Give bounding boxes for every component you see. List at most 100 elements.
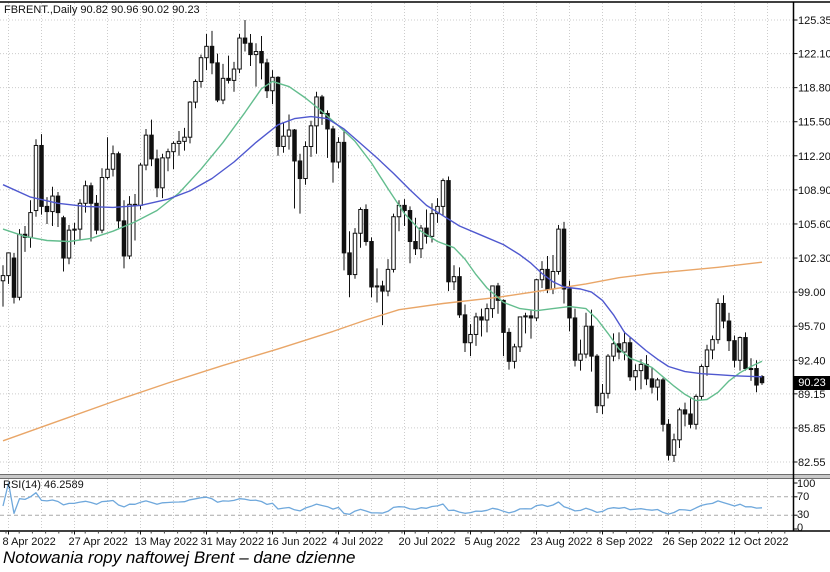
candle bbox=[523, 312, 528, 334]
rsi-axis-label: 0 bbox=[797, 522, 803, 534]
chart-caption: Notowania ropy naftowej Brent – dane dzi… bbox=[3, 548, 356, 567]
candle bbox=[534, 278, 539, 322]
candle bbox=[28, 200, 33, 248]
candle bbox=[545, 255, 550, 294]
candle bbox=[231, 61, 237, 92]
candle bbox=[314, 91, 319, 154]
candle bbox=[253, 43, 259, 87]
candle bbox=[165, 148, 171, 172]
price-axis-label: 108.90 bbox=[798, 185, 830, 197]
candle bbox=[215, 53, 220, 103]
candle bbox=[589, 309, 594, 372]
candle bbox=[363, 204, 369, 246]
candle bbox=[330, 125, 336, 183]
candle bbox=[561, 221, 567, 304]
candle bbox=[726, 312, 732, 351]
date-axis-label: 20 Jul 2022 bbox=[399, 536, 456, 548]
date-axis-label: 12 Oct 2022 bbox=[729, 536, 789, 548]
date-axis-label: 8 Sep 2022 bbox=[597, 536, 653, 548]
candle bbox=[407, 206, 413, 264]
date-axis-label: 27 Apr 2022 bbox=[69, 536, 128, 548]
candle bbox=[600, 384, 605, 414]
candle bbox=[160, 153, 165, 199]
candle bbox=[66, 224, 72, 265]
rsi-axis-label: 70 bbox=[797, 491, 809, 503]
candle bbox=[352, 228, 358, 279]
candle bbox=[369, 237, 374, 298]
candle bbox=[473, 312, 479, 346]
candle bbox=[440, 178, 446, 216]
candle bbox=[171, 141, 176, 170]
price-axis-label: 85.85 bbox=[798, 423, 826, 435]
candle bbox=[512, 343, 517, 369]
date-axis-label: 26 Sep 2022 bbox=[663, 536, 725, 548]
candle bbox=[242, 20, 248, 52]
candlestick-series bbox=[0, 20, 765, 462]
candle bbox=[110, 145, 116, 177]
candle bbox=[616, 332, 622, 360]
date-axis-label: 13 May 2022 bbox=[135, 536, 199, 548]
candle bbox=[154, 149, 160, 198]
date-axis-label: 4 Jul 2022 bbox=[333, 536, 384, 548]
price-axis-label: 112.20 bbox=[798, 151, 830, 163]
candle bbox=[748, 358, 754, 381]
candle bbox=[666, 419, 671, 461]
rsi-indicator-label: RSI(14) 46.2589 bbox=[3, 479, 84, 491]
date-axis-label: 8 Apr 2022 bbox=[3, 536, 56, 548]
candle bbox=[187, 101, 193, 144]
candle bbox=[55, 191, 61, 228]
price-axis-label: 118.80 bbox=[798, 83, 830, 95]
candle bbox=[644, 355, 649, 386]
price-axis-label: 125.35 bbox=[798, 15, 830, 27]
date-axis-label: 16 Jun 2022 bbox=[267, 536, 328, 548]
date-axis-label: 5 Aug 2022 bbox=[465, 536, 521, 548]
candle bbox=[94, 195, 99, 235]
candle bbox=[715, 298, 721, 344]
candle bbox=[605, 354, 611, 399]
candle bbox=[105, 137, 110, 180]
candle bbox=[248, 33, 253, 66]
candle bbox=[121, 200, 127, 269]
candle bbox=[358, 207, 363, 248]
candle bbox=[83, 180, 88, 213]
candle bbox=[732, 335, 737, 368]
candle bbox=[451, 265, 457, 291]
price-axis-label: 92.40 bbox=[798, 355, 826, 367]
candle bbox=[143, 128, 149, 171]
candle bbox=[264, 58, 270, 98]
candle bbox=[275, 76, 281, 156]
candle bbox=[61, 215, 66, 272]
candle bbox=[22, 226, 28, 252]
date-axis[interactable]: 8 Apr 2022 27 Apr 2022 13 May 2022 31 May 2… bbox=[3, 531, 789, 548]
candle bbox=[699, 364, 704, 400]
candle bbox=[33, 139, 39, 217]
candle bbox=[633, 364, 638, 391]
candle bbox=[743, 332, 748, 371]
candle bbox=[11, 252, 17, 304]
candle bbox=[347, 231, 352, 298]
candle bbox=[649, 367, 655, 394]
candle bbox=[193, 79, 198, 109]
rsi-line bbox=[2, 482, 763, 515]
rsi-axis[interactable]: 10070 300 bbox=[793, 478, 816, 534]
candle bbox=[99, 168, 105, 234]
candle bbox=[39, 134, 44, 215]
candle bbox=[204, 33, 209, 71]
candle bbox=[303, 141, 308, 185]
candle bbox=[704, 344, 710, 376]
candle bbox=[572, 308, 578, 367]
candle bbox=[237, 33, 242, 74]
price-axis-label: 115.50 bbox=[798, 117, 830, 129]
candle bbox=[380, 280, 385, 326]
candle bbox=[622, 331, 627, 361]
candle bbox=[132, 194, 138, 241]
candle bbox=[116, 151, 121, 229]
candle bbox=[594, 354, 600, 413]
candle bbox=[281, 122, 286, 153]
price-axis-label: 95.70 bbox=[798, 321, 826, 333]
candle bbox=[611, 333, 616, 362]
price-axis[interactable]: 125.35 122.10 118.80 115.50 112.20 108.90 105.… bbox=[793, 15, 830, 469]
candle bbox=[385, 259, 391, 297]
price-chart-canvas[interactable]: 125.35 122.10 118.80 115.50 112.20 108.90 105.… bbox=[0, 0, 830, 572]
candle bbox=[297, 153, 303, 214]
